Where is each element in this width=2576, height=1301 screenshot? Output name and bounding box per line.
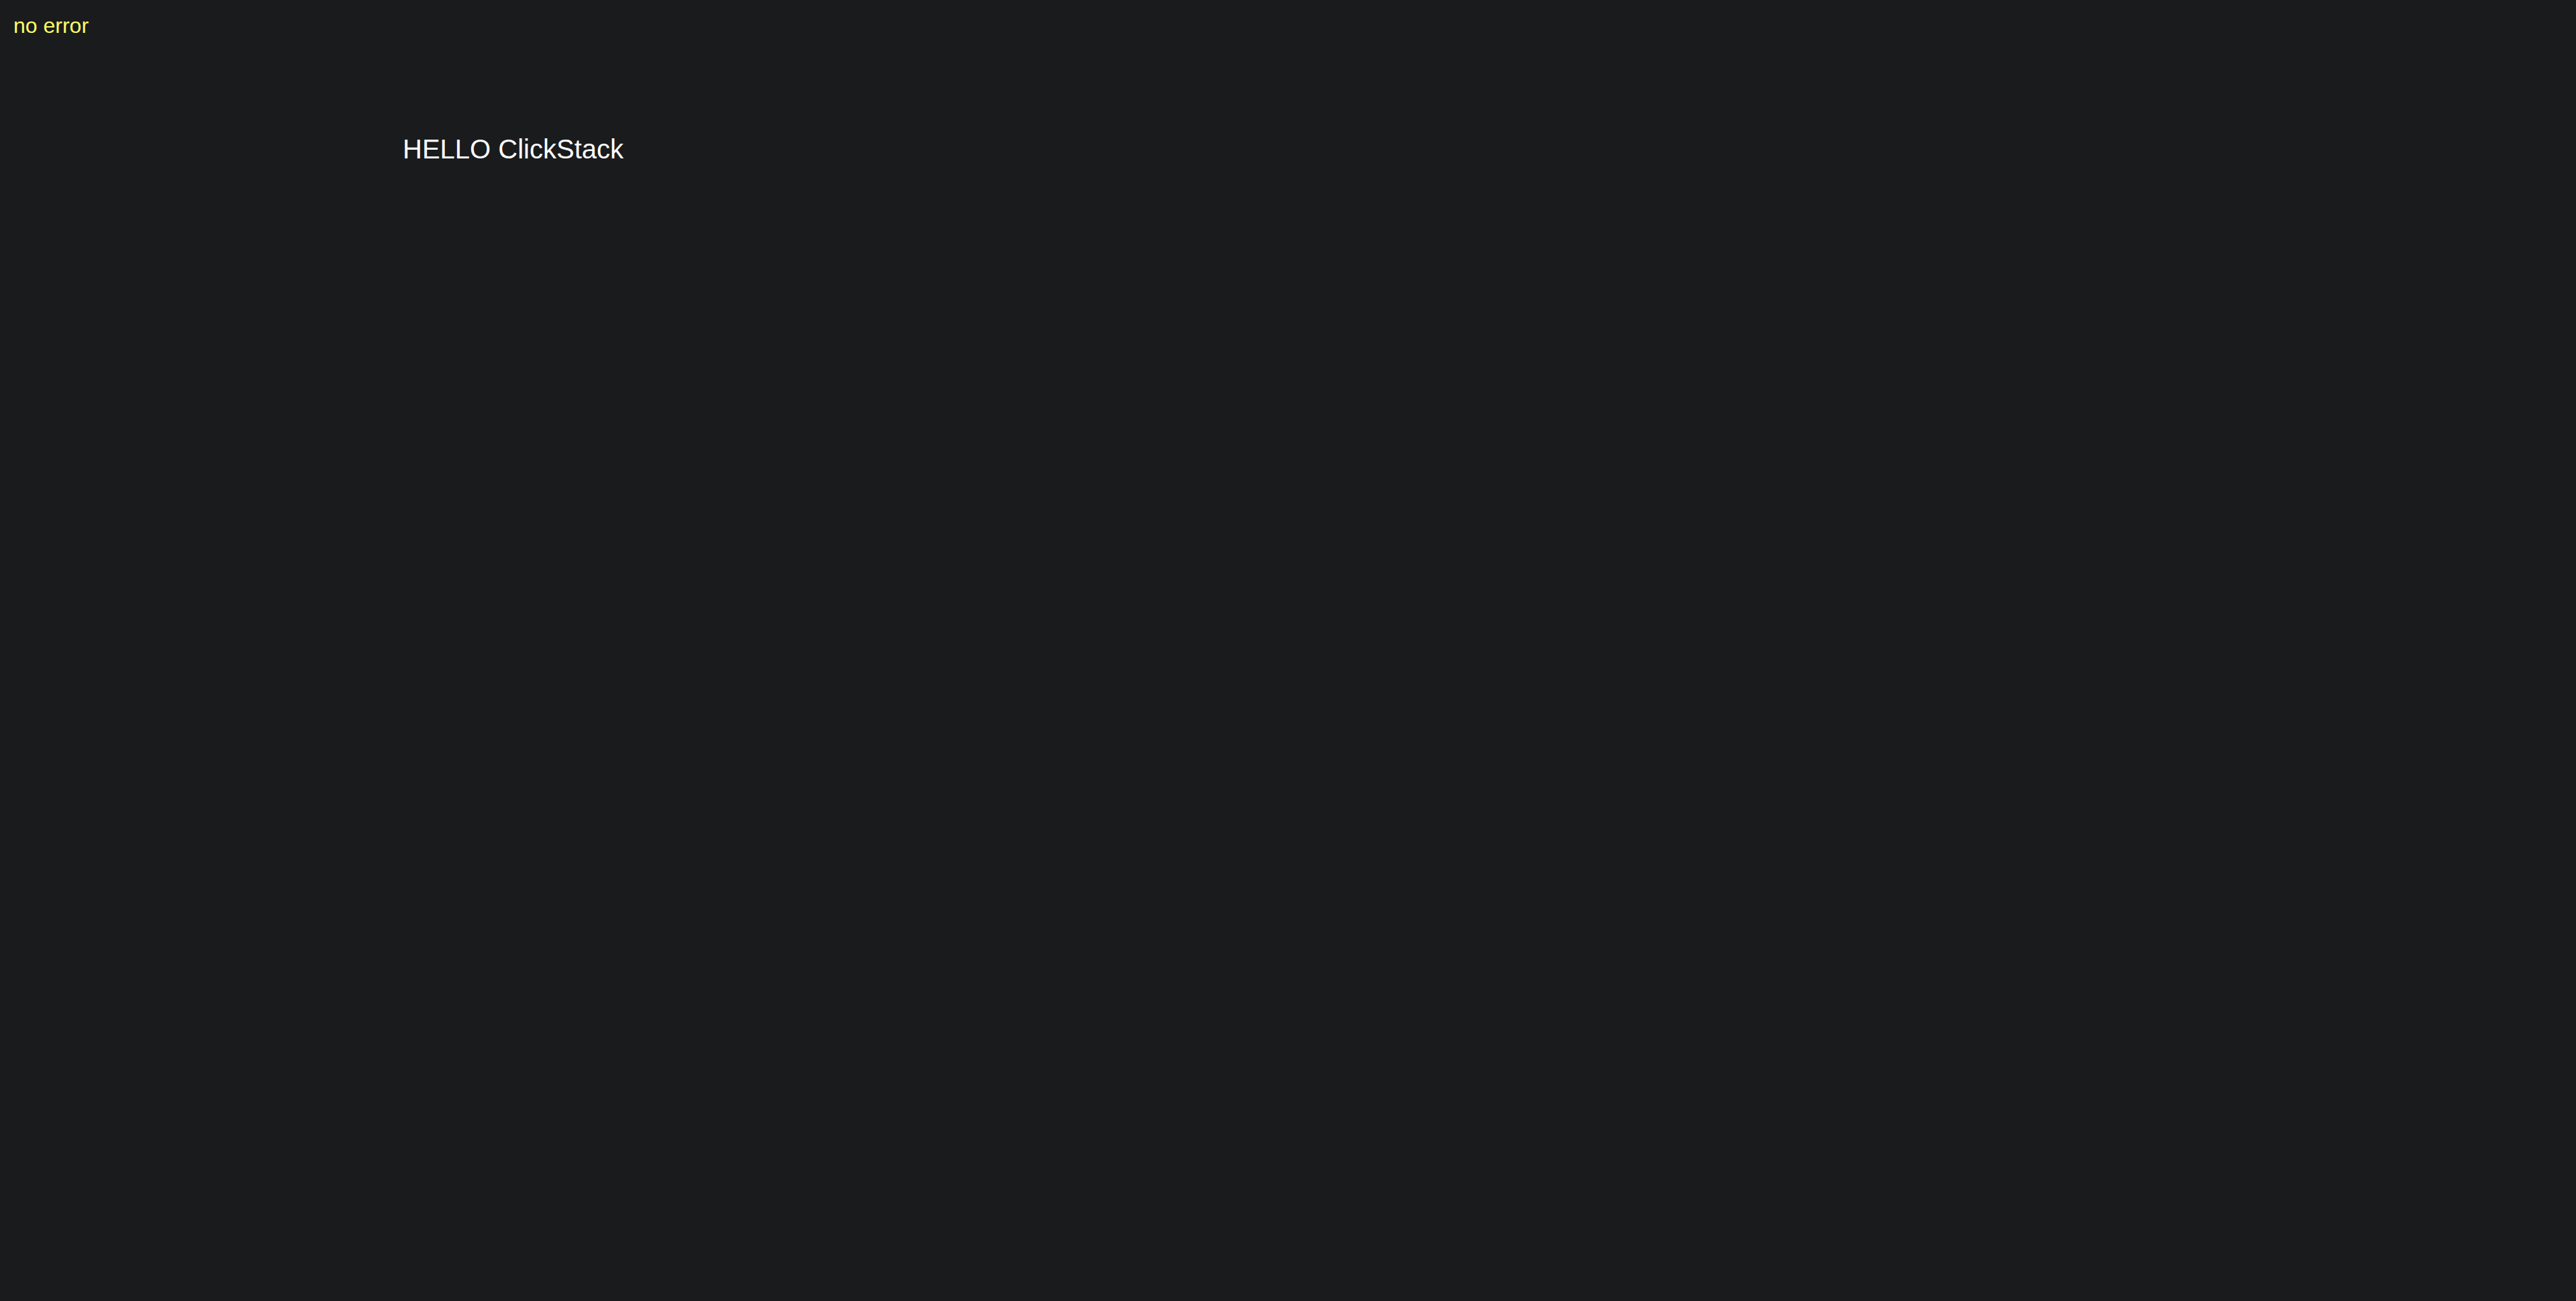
- app: no error HELLO ClickStack: [0, 0, 2576, 1301]
- error-box: no error: [13, 13, 1222, 38]
- hello: HELLO ClickStack: [403, 134, 624, 164]
